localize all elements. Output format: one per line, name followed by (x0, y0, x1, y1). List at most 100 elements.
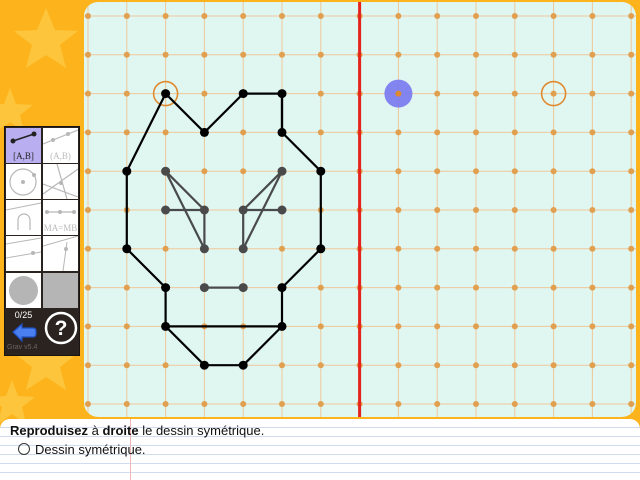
grid-point (511, 401, 518, 407)
grid-point (85, 90, 91, 97)
back-arrow-icon[interactable] (11, 321, 37, 343)
grid-point (628, 207, 635, 213)
drawing-point (238, 205, 248, 215)
tool-midpoint[interactable]: MA=MB (43, 200, 78, 235)
color-disc-button[interactable] (6, 273, 41, 308)
grid-point (85, 13, 91, 19)
grid-point (473, 401, 479, 407)
tool-intersection[interactable] (6, 236, 41, 271)
grid-point (85, 129, 91, 136)
drawing-point (161, 205, 171, 215)
grid-point (85, 168, 91, 175)
grid-point (434, 168, 441, 175)
grid-point (511, 362, 518, 369)
grid-point (628, 90, 635, 97)
grid-point (201, 51, 208, 58)
grid-point (473, 129, 479, 136)
grid-point (279, 13, 285, 19)
intersection-icon (6, 237, 41, 259)
grid-point (550, 362, 557, 369)
drawing-point (316, 244, 326, 254)
drawing-point (199, 283, 209, 293)
grid-point (317, 401, 324, 407)
grid-point (589, 401, 596, 407)
grid-point (279, 245, 285, 252)
tool-compass[interactable] (6, 200, 41, 235)
grid-point (550, 207, 557, 213)
drawing-point (122, 166, 132, 176)
tool-lines[interactable] (43, 164, 78, 199)
grid-point (85, 323, 91, 330)
grid-point (434, 323, 441, 330)
grid-canvas[interactable] (84, 2, 636, 417)
drawing-point (277, 283, 287, 293)
drawing-segment (164, 170, 206, 211)
grid-point (201, 90, 208, 97)
grid-point (511, 207, 518, 213)
grid-point (589, 90, 596, 97)
grid-point (628, 51, 635, 58)
grid-point (550, 401, 557, 407)
grid-point (395, 168, 402, 175)
grid-point (240, 168, 247, 175)
grid-point (162, 245, 169, 252)
grid-point (589, 168, 596, 175)
construction-counter: 0/25 Grav v5.4 (5, 310, 42, 354)
help-icon[interactable]: ? (44, 311, 78, 345)
drawing-point (238, 244, 248, 254)
grid-point (550, 245, 557, 252)
grid-point (395, 13, 402, 19)
grid-point (279, 51, 285, 58)
grid-point (240, 13, 247, 19)
grid-point (434, 51, 441, 58)
grid-point (162, 401, 169, 407)
ray-icon (43, 236, 78, 271)
grid-point (317, 129, 324, 136)
tool-ray[interactable] (43, 236, 78, 271)
grid-point (589, 245, 596, 252)
drawing-point (277, 127, 287, 137)
circle-icon (9, 168, 37, 196)
grid-point (434, 90, 441, 97)
grid-point (279, 401, 285, 407)
drawing-point (277, 89, 287, 99)
grid-point (85, 207, 91, 213)
drawing-point (199, 205, 209, 215)
grid-point (628, 284, 635, 291)
grid-point (550, 90, 557, 97)
grid-point (85, 362, 91, 369)
grid-point (473, 362, 479, 369)
toolbox: [A,B] (A,B) MA=MB 0/25 Grav v5.4 ? (4, 126, 80, 356)
compass-icon (6, 202, 41, 230)
grid-point (589, 284, 596, 291)
tool-label: [A,B] (13, 151, 34, 161)
grid-point (550, 323, 557, 330)
drawing-board[interactable] (84, 2, 636, 417)
grid-point (473, 284, 479, 291)
tool-segment[interactable]: [A,B] (6, 128, 41, 163)
drawing-segment (164, 325, 206, 366)
drawing-point (199, 360, 209, 370)
grid-point (511, 129, 518, 136)
grid-point (317, 323, 324, 330)
tool-circle[interactable] (6, 164, 41, 199)
color-square-button[interactable] (43, 273, 78, 308)
svg-text:?: ? (55, 317, 68, 340)
grid-point (628, 168, 635, 175)
drawing-segment (242, 325, 283, 366)
tool-line[interactable]: (A,B) (43, 128, 78, 163)
drawing-point (161, 321, 171, 331)
grid-point (511, 90, 518, 97)
drawing-point (277, 166, 287, 176)
grid-point (317, 51, 324, 58)
grid-point (550, 168, 557, 175)
lines-icon (43, 164, 78, 199)
grid-point (434, 401, 441, 407)
grid-point (434, 129, 441, 136)
grid-point (511, 323, 518, 330)
grid-point (201, 401, 208, 407)
grid-point (85, 401, 91, 407)
grid-point (473, 90, 479, 97)
drawing-point (316, 166, 326, 176)
tool-label: MA=MB (43, 223, 78, 233)
